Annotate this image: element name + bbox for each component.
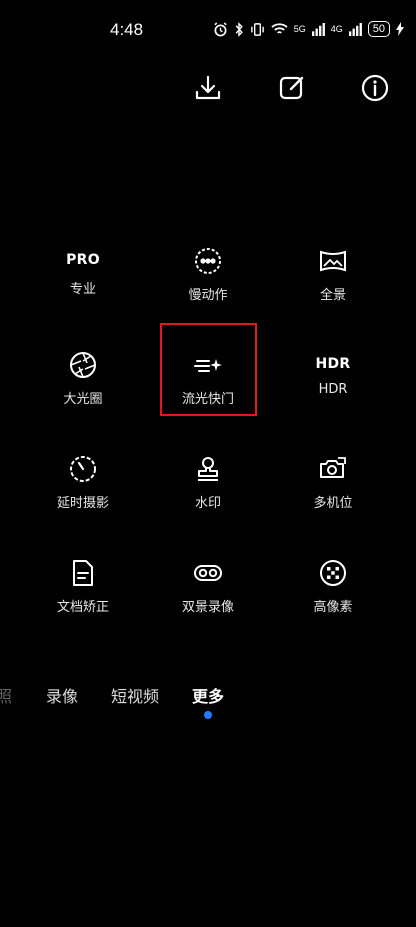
mode-label: 专业 <box>69 282 96 297</box>
mode-document[interactable]: 文档矫正 <box>14 548 152 652</box>
edit-icon[interactable] <box>276 72 308 104</box>
wifi-icon <box>271 23 288 34</box>
mode-label: 慢动作 <box>188 288 228 303</box>
highlight-box <box>160 323 257 416</box>
pro-text-icon: PRO <box>66 252 100 268</box>
mode-tab-more[interactable]: 更多 <box>192 683 224 707</box>
dual-view-icon <box>194 565 222 581</box>
mode-watermark[interactable]: 水印 <box>139 444 277 548</box>
mode-tab-short-video[interactable]: 短视频 <box>111 683 159 707</box>
download-icon[interactable] <box>192 72 224 104</box>
battery-level: 50 <box>367 21 390 37</box>
status-bar: 4:48 5G 4G 50 <box>0 0 416 62</box>
alarm-icon <box>214 21 227 36</box>
mode-selector: 照 录像 短视频 更多 <box>0 683 416 713</box>
mode-label: 双景录像 <box>181 600 234 615</box>
mode-panorama[interactable]: 全景 <box>264 236 402 340</box>
status-icons: 5G 4G 50 <box>213 21 404 37</box>
mode-aperture[interactable]: 大光圈 <box>14 340 152 444</box>
mode-tab-video[interactable]: 录像 <box>46 683 78 707</box>
mode-dual-view[interactable]: 双景录像 <box>139 548 277 652</box>
mode-label: HDR <box>318 382 348 397</box>
signal-icon <box>311 22 325 36</box>
bluetooth-icon <box>235 21 243 37</box>
signal-icon-2 <box>348 22 362 36</box>
mode-label: 多机位 <box>313 496 353 511</box>
mode-multi-camera[interactable]: 多机位 <box>264 444 402 548</box>
mode-tab-photo-partial[interactable]: 照 <box>0 683 12 707</box>
mode-label: 全景 <box>319 288 346 303</box>
charging-icon <box>396 22 404 36</box>
info-icon[interactable] <box>359 72 391 104</box>
mode-label: 文档矫正 <box>56 600 109 615</box>
document-icon <box>73 560 93 586</box>
top-toolbar <box>0 72 416 108</box>
mode-timelapse[interactable]: 延时摄影 <box>14 444 152 548</box>
mode-label: 延时摄影 <box>56 496 109 511</box>
high-pixel-icon <box>320 560 346 586</box>
mode-label: 大光圈 <box>63 392 103 407</box>
hdr-text-icon: HDR <box>315 356 351 372</box>
mode-hdr[interactable]: HDR HDR <box>264 340 402 444</box>
aperture-icon <box>70 352 96 378</box>
vibrate-icon <box>250 22 264 36</box>
active-mode-indicator <box>204 711 212 719</box>
network-4g-label: 4G <box>330 24 343 34</box>
timelapse-icon <box>70 456 96 482</box>
network-5g-label: 5G <box>293 24 306 34</box>
mode-label: 高像素 <box>313 600 353 615</box>
slow-motion-icon <box>195 248 221 274</box>
mode-label: 水印 <box>194 496 221 511</box>
mode-high-pixel[interactable]: 高像素 <box>264 548 402 652</box>
mode-pro[interactable]: PRO 专业 <box>14 236 152 340</box>
clock: 4:48 <box>110 20 144 39</box>
multi-camera-icon <box>320 457 346 478</box>
watermark-stamp-icon <box>198 457 218 481</box>
panorama-icon <box>320 250 346 272</box>
